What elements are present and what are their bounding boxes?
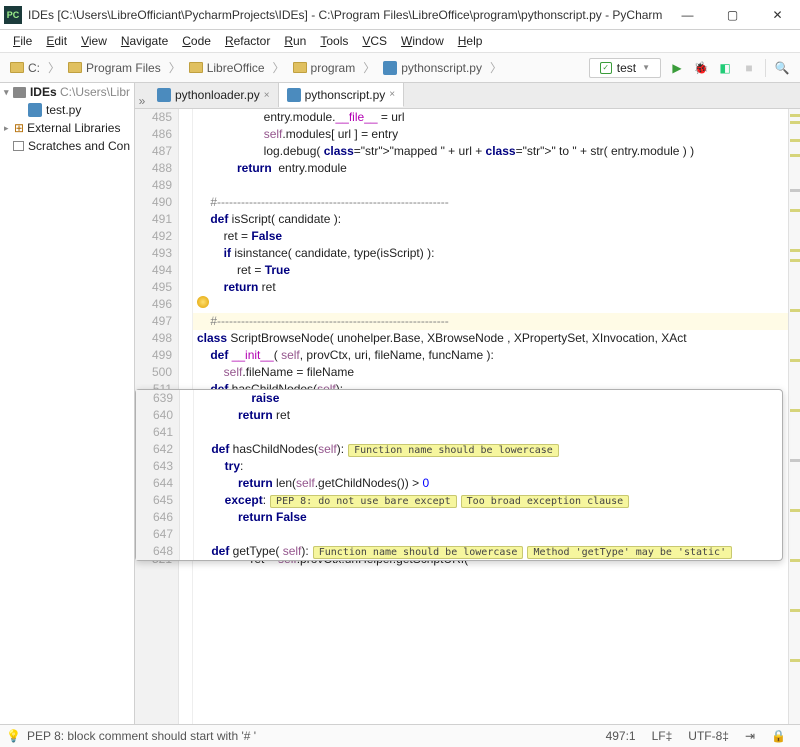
editor-tabs: » pythonloader.py×pythonscript.py× [135,83,800,109]
inspection-warning: Method 'getType' may be 'static' [527,546,732,559]
close-tab-icon[interactable]: × [389,89,395,100]
menu-navigate[interactable]: Navigate [114,32,175,50]
read-only-toggle[interactable]: 🔒 [763,729,794,743]
statusbar: 💡 PEP 8: block comment should start with… [0,724,800,747]
menu-edit[interactable]: Edit [39,32,74,50]
indent-icon[interactable]: ⇥ [737,729,763,743]
code-lens-popup: 639640641642643644645646647648 raise ret… [135,389,783,561]
close-tab-icon[interactable]: × [264,90,270,101]
inspection-warning: Too broad exception clause [461,495,630,508]
run-with-coverage-button[interactable]: ◧ [714,57,736,79]
status-inspection-icon[interactable]: 💡 [6,729,21,743]
navigation-bar: C:〉Program Files〉LibreOffice〉program〉pyt… [0,53,800,83]
project-file-test-py[interactable]: test.py [0,101,134,119]
minimize-button[interactable]: — [665,0,710,30]
tab-pythonloader-py[interactable]: pythonloader.py× [149,83,279,107]
menu-code[interactable]: Code [175,32,218,50]
intention-bulb-icon[interactable] [197,296,209,308]
tab-list-icon[interactable]: » [135,94,149,108]
external-libraries[interactable]: ▸ ⊞ External Libraries [0,119,134,137]
inspection-warning: Function name should be lowercase [348,444,559,457]
run-button[interactable]: ▶ [666,57,688,79]
breadcrumb-program[interactable]: program [289,61,360,75]
menubar: FileEditViewNavigateCodeRefactorRunTools… [0,30,800,53]
project-tool-window[interactable]: ▾ IDEs C:\Users\Libr test.py ▸ ⊞ Externa… [0,83,135,724]
search-everywhere-button[interactable]: 🔍 [771,57,793,79]
debug-button[interactable]: 🐞 [690,57,712,79]
menu-refactor[interactable]: Refactor [218,32,277,50]
code-editor[interactable]: 4854864874884894904914924934944954964974… [135,109,800,724]
breadcrumb-pythonscriptpy[interactable]: pythonscript.py [379,61,486,75]
menu-tools[interactable]: Tools [313,32,355,50]
error-stripe[interactable] [788,109,800,724]
scratches-and-consoles[interactable]: Scratches and Con [0,137,134,155]
inspection-warning: PEP 8: do not use bare except [270,495,457,508]
menu-view[interactable]: View [74,32,114,50]
breadcrumb-c[interactable]: C: [6,61,44,75]
run-configuration-select[interactable]: ✓ test ▼ [589,58,661,78]
file-encoding[interactable]: UTF-8‡ [680,729,737,743]
stop-button[interactable]: ■ [738,57,760,79]
status-message: PEP 8: block comment should start with '… [27,729,256,743]
inspection-warning: Function name should be lowercase [313,546,524,559]
maximize-button[interactable]: ▢ [710,0,755,30]
menu-vcs[interactable]: VCS [355,32,394,50]
app-logo: PC [4,6,22,24]
project-root[interactable]: ▾ IDEs C:\Users\Libr [0,83,134,101]
titlebar: PC IDEs [C:\Users\LibreOfficiant\Pycharm… [0,0,800,30]
menu-window[interactable]: Window [394,32,451,50]
window-title: IDEs [C:\Users\LibreOfficiant\PycharmPro… [28,8,665,22]
breadcrumb-programfiles[interactable]: Program Files [64,61,165,75]
breadcrumb-libreoffice[interactable]: LibreOffice [185,61,269,75]
tab-pythonscript-py[interactable]: pythonscript.py× [279,83,405,107]
close-button[interactable]: ✕ [755,0,800,30]
caret-position[interactable]: 497:1 [598,729,644,743]
run-config-name: test [617,61,636,75]
python-file-icon [287,88,301,102]
menu-run[interactable]: Run [277,32,313,50]
menu-help[interactable]: Help [451,32,490,50]
menu-file[interactable]: File [6,32,39,50]
python-file-icon [157,88,171,102]
line-separator[interactable]: LF‡ [644,729,681,743]
